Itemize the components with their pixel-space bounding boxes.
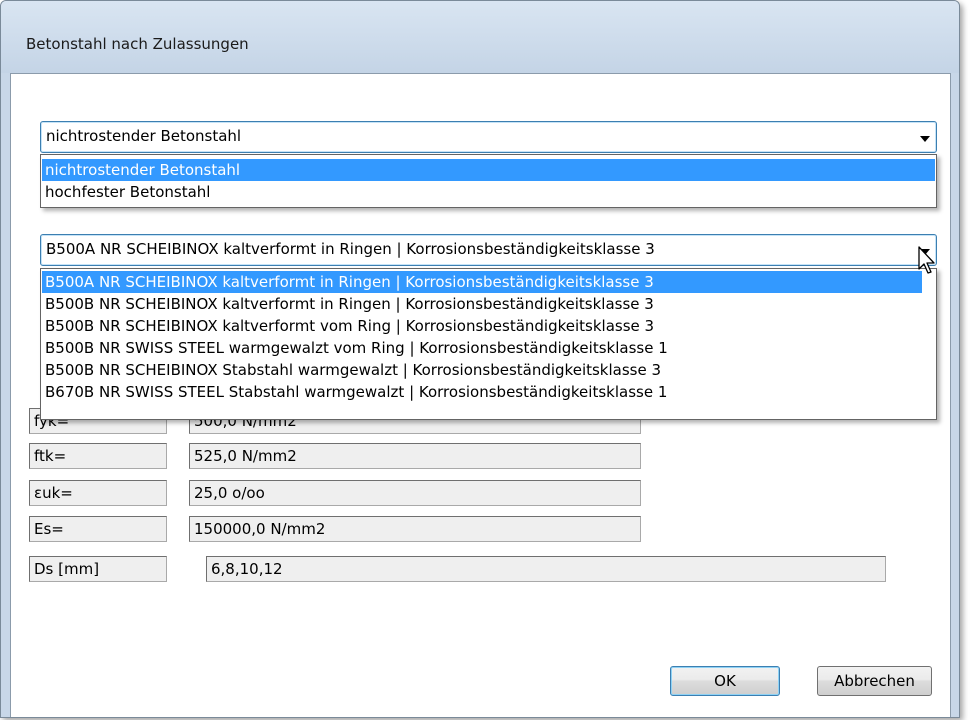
- product-option[interactable]: B500B NR SWISS STEEL warmgewalzt vom Rin…: [42, 337, 922, 359]
- product-option[interactable]: B500B NR SCHEIBINOX kaltverformt vom Rin…: [42, 315, 922, 337]
- property-value-euk: 25,0 o/oo: [189, 480, 641, 506]
- property-label-ftk: ftk=: [29, 443, 167, 469]
- product-dropdown[interactable]: B500A NR SCHEIBINOX kaltverformt in Ring…: [40, 234, 937, 266]
- dialog-body: fyk= 500,0 N/mm2 ftk= 525,0 N/mm2 εuk= 2…: [10, 73, 951, 717]
- category-dropdown[interactable]: nichtrostender Betonstahl: [40, 121, 937, 153]
- category-option[interactable]: hochfester Betonstahl: [42, 181, 935, 203]
- property-value-es: 150000,0 N/mm2: [189, 516, 641, 542]
- category-option[interactable]: nichtrostender Betonstahl: [42, 159, 935, 181]
- product-option[interactable]: B500B NR SCHEIBINOX Stabstahl warmgewalz…: [42, 359, 922, 381]
- product-option[interactable]: B670B NR SWISS STEEL Stabstahl warmgewal…: [42, 381, 922, 403]
- category-dropdown-value: nichtrostender Betonstahl: [46, 127, 242, 145]
- chevron-down-icon[interactable]: [920, 136, 930, 142]
- property-value-ftk: 525,0 N/mm2: [189, 443, 641, 469]
- product-dropdown-value: B500A NR SCHEIBINOX kaltverformt in Ring…: [46, 240, 655, 258]
- property-value-ds: 6,8,10,12: [206, 556, 886, 582]
- window-title: Betonstahl nach Zulassungen: [26, 35, 249, 53]
- category-dropdown-list[interactable]: nichtrostender Betonstahl hochfester Bet…: [40, 154, 937, 208]
- property-label-ds: Ds [mm]: [29, 556, 167, 582]
- ok-button[interactable]: OK: [670, 666, 780, 696]
- product-option[interactable]: B500B NR SCHEIBINOX kaltverformt in Ring…: [42, 293, 922, 315]
- product-option[interactable]: B500A NR SCHEIBINOX kaltverformt in Ring…: [42, 271, 922, 293]
- dialog-window: Betonstahl nach Zulassungen fyk= 500,0 N…: [0, 0, 960, 718]
- property-label-euk: εuk=: [29, 480, 167, 506]
- title-bar[interactable]: Betonstahl nach Zulassungen: [1, 1, 959, 73]
- property-label-es: Es=: [29, 516, 167, 542]
- product-dropdown-list[interactable]: B500A NR SCHEIBINOX kaltverformt in Ring…: [40, 268, 937, 420]
- mouse-pointer-icon: [918, 246, 935, 274]
- cancel-button[interactable]: Abbrechen: [817, 666, 932, 696]
